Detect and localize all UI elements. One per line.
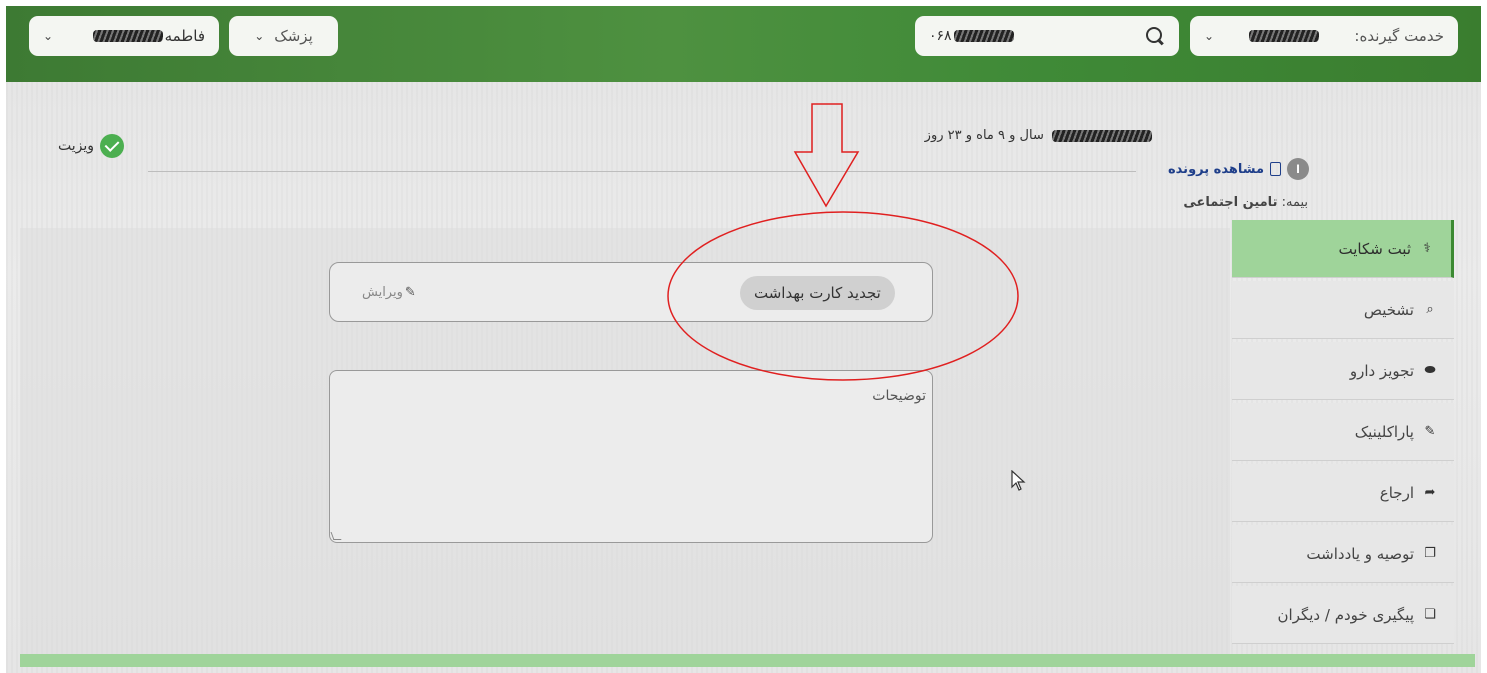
complaint-tag-label: تجدید کارت بهداشت (754, 284, 881, 302)
visit-status: ویزیت (58, 134, 125, 158)
user-select[interactable]: ⌄ فاطمه (29, 16, 219, 56)
followup-icon: ❏ (1424, 607, 1436, 622)
notes-textarea[interactable]: توضیحات (329, 370, 933, 543)
view-file-link[interactable]: ا مشاهده پرونده (1168, 158, 1309, 180)
sidebar-item-diagnosis[interactable]: ⌕ تشخیص (1232, 281, 1454, 339)
pill-icon: ⬬ (1424, 363, 1436, 378)
mouse-cursor-icon (1011, 470, 1026, 491)
info-badge: ا (1287, 158, 1309, 180)
edit-label: ویرایش (362, 285, 403, 300)
doctor-label: پزشک (274, 27, 313, 45)
edit-button[interactable]: ✎ ویرایش (362, 285, 416, 300)
redacted-name (1249, 30, 1320, 42)
visit-label: ویزیت (58, 138, 95, 154)
header-divider (148, 171, 1136, 172)
complaint-tag[interactable]: تجدید کارت بهداشت (740, 276, 895, 310)
bottom-strip (20, 654, 1475, 667)
sidebar-item-referral[interactable]: ➦ ارجاع (1232, 464, 1454, 522)
search-icon[interactable] (1145, 26, 1165, 46)
sidebar-item-label: پاراکلینیک (1354, 422, 1414, 441)
sidebar-item-followup[interactable]: ❏ پیگیری خودم / دیگران (1232, 586, 1454, 644)
insurance-label: بیمه: (1281, 195, 1308, 210)
sidebar-item-label: پیگیری خودم / دیگران (1277, 605, 1414, 624)
resize-handle[interactable] (330, 532, 342, 540)
sidebar-item-label: ثبت شکایت (1338, 239, 1411, 258)
sidebar-item-complaint[interactable]: ⚕ ثبت شکایت (1232, 220, 1454, 278)
check-circle-icon (100, 134, 125, 158)
sidebar-item-advice-notes[interactable]: ❐ توصیه و یادداشت (1232, 525, 1454, 583)
sidebar-item-label: توصیه و یادداشت (1306, 544, 1414, 563)
user-label: فاطمه (164, 27, 205, 45)
chevron-down-icon: ⌄ (43, 29, 54, 43)
chevron-down-icon: ⌄ (254, 29, 265, 43)
sidebar-item-label: تشخیص (1363, 300, 1414, 319)
document-icon (1270, 162, 1281, 176)
syringe-icon: ✎ (1424, 424, 1436, 439)
sidebar-item-paraclinic[interactable]: ✎ پاراکلینیک (1232, 403, 1454, 461)
diagnosis-search-icon: ⌕ (1426, 302, 1434, 317)
patient-age-line: سال و ۹ ماه و ۲۳ روز (925, 128, 1152, 143)
stethoscope-icon: ⚕ (1423, 241, 1431, 256)
redacted-user (92, 30, 163, 42)
service-recipient-label: خدمت گیرنده: (1354, 27, 1444, 45)
insurance-info: بیمه: تامین اجتماعی (1183, 195, 1308, 210)
share-icon: ➦ (1424, 485, 1436, 500)
redacted-patient-name (1052, 129, 1152, 142)
search-value-wrap: ۰۶۸ (929, 28, 1014, 44)
user-name-wrap: فاطمه (92, 27, 205, 45)
complaint-field[interactable]: تجدید کارت بهداشت ✎ ویرایش (329, 262, 933, 322)
redacted-id (953, 30, 1014, 42)
sidebar-menu: ⚕ ثبت شکایت ⌕ تشخیص ⬬ تجویز دارو ✎ پاراک… (1232, 220, 1454, 660)
insurance-value: تامین اجتماعی (1183, 195, 1278, 210)
service-recipient-select[interactable]: خدمت گیرنده: ⌄ (1190, 16, 1458, 56)
search-value: ۰۶۸ (929, 28, 952, 44)
notes-placeholder: توضیحات (872, 388, 926, 404)
chevron-down-icon: ⌄ (1204, 29, 1215, 43)
pencil-icon: ✎ (404, 285, 416, 300)
sidebar-item-label: تجویز دارو (1349, 361, 1414, 380)
patient-search-input[interactable]: ۰۶۸ (915, 16, 1179, 56)
patient-age: سال و ۹ ماه و ۲۳ روز (924, 128, 1044, 143)
sidebar-item-label: ارجاع (1379, 483, 1414, 502)
note-add-icon: ❐ (1424, 546, 1436, 561)
doctor-select[interactable]: ⌄ پزشک (229, 16, 338, 56)
view-file-label: مشاهده پرونده (1168, 161, 1264, 177)
sidebar-item-prescription[interactable]: ⬬ تجویز دارو (1232, 342, 1454, 400)
